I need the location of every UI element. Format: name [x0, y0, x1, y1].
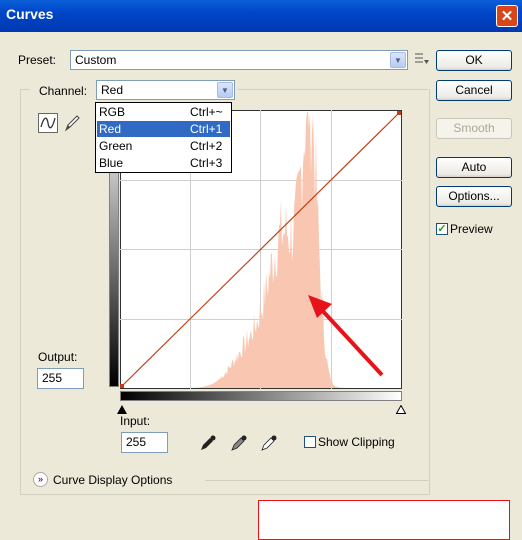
menu-item-label: Blue	[99, 156, 124, 170]
preview-checkbox[interactable]: ✓	[436, 223, 448, 235]
menu-item-label: Green	[99, 139, 133, 153]
menu-item-shortcut: Ctrl+3	[190, 156, 223, 170]
channel-label: Channel:	[37, 84, 90, 98]
menu-item-blue[interactable]: Blue Ctrl+3	[97, 155, 230, 171]
divider	[205, 480, 428, 481]
channel-value: Red	[101, 83, 124, 97]
group-top-line	[238, 89, 428, 90]
menu-item-label: RGB	[99, 105, 126, 119]
curve-point	[397, 111, 401, 115]
input-label: Input:	[120, 414, 151, 428]
group-top-line	[20, 89, 30, 90]
options-button[interactable]: Options...	[436, 186, 512, 207]
channel-menu: RGB Ctrl+~ Red Ctrl+1 Green Ctrl+2 Blue …	[95, 102, 232, 173]
curve-display-options-label[interactable]: Curve Display Options	[53, 473, 172, 487]
chevron-down-icon[interactable]: ▼	[390, 52, 406, 68]
annotation-box	[258, 500, 510, 540]
show-clipping-checkbox[interactable]	[304, 436, 316, 448]
channel-select[interactable]: Red ▼	[96, 80, 235, 100]
auto-button[interactable]: Auto	[436, 157, 512, 178]
menu-item-rgb[interactable]: RGB Ctrl+~	[97, 104, 230, 120]
input-field[interactable]: 255	[121, 432, 168, 453]
gray-eyedropper-icon[interactable]	[230, 434, 248, 452]
ok-button[interactable]: OK	[436, 50, 512, 71]
preset-value: Custom	[75, 53, 117, 67]
output-field[interactable]: 255	[37, 368, 84, 389]
menu-item-shortcut: Ctrl+2	[190, 139, 223, 153]
output-label: Output:	[38, 350, 78, 364]
close-icon[interactable]: ✕	[496, 5, 518, 27]
cancel-button[interactable]: Cancel	[436, 80, 512, 101]
menu-item-green[interactable]: Green Ctrl+2	[97, 138, 230, 154]
preset-options-icon[interactable]	[414, 51, 430, 67]
white-eyedropper-icon[interactable]	[260, 434, 278, 452]
preset-label: Preset:	[18, 53, 57, 67]
pencil-icon[interactable]	[62, 113, 82, 133]
menu-item-red[interactable]: Red Ctrl+1	[97, 121, 230, 137]
preset-select[interactable]: Custom ▼	[70, 50, 408, 70]
menu-item-shortcut: Ctrl+1	[190, 122, 223, 136]
menu-item-shortcut: Ctrl+~	[190, 105, 223, 119]
white-point-slider[interactable]	[395, 403, 407, 417]
curve-point	[120, 384, 124, 388]
expand-chevron-icon[interactable]: »	[33, 472, 48, 487]
preview-label: Preview	[450, 222, 493, 236]
show-clipping-label: Show Clipping	[318, 435, 395, 449]
window-title: Curves	[6, 6, 54, 22]
curve-tool-icon[interactable]	[38, 113, 58, 133]
smooth-button[interactable]: Smooth	[436, 118, 512, 139]
title-bar[interactable]	[0, 0, 522, 32]
input-gradient-bar	[120, 391, 402, 401]
chevron-down-icon[interactable]: ▼	[217, 82, 233, 98]
black-eyedropper-icon[interactable]	[199, 434, 217, 452]
menu-item-label: Red	[99, 122, 122, 136]
